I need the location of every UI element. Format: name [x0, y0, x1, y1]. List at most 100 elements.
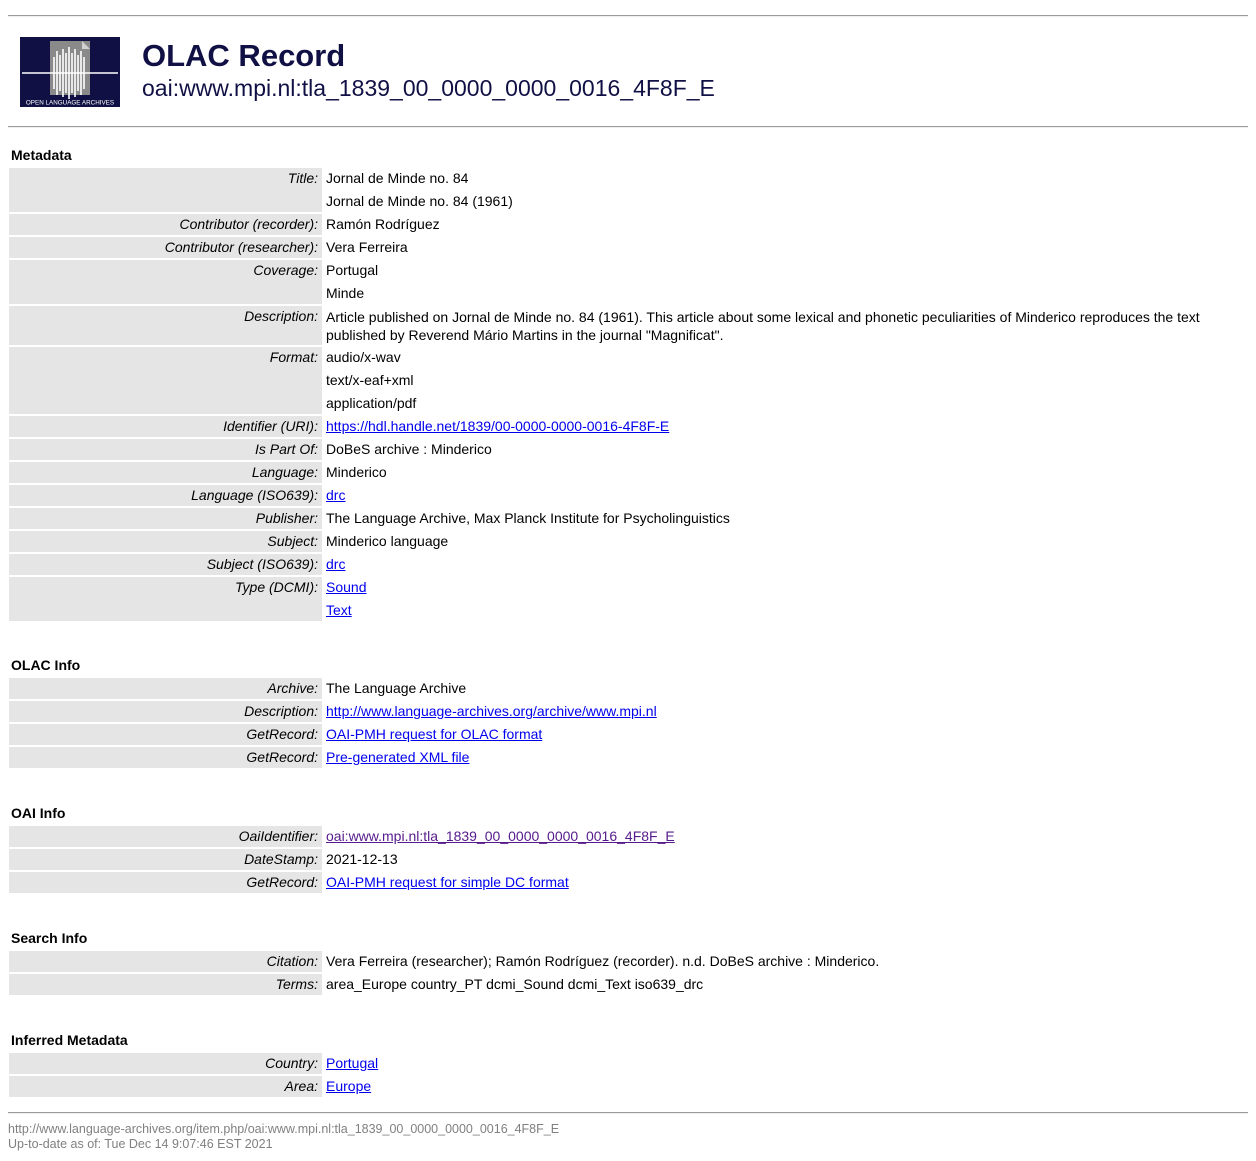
row-value: Minderico language — [326, 533, 449, 549]
table-row: Coverage: Portugal Minde — [9, 260, 1248, 304]
type-text-link[interactable]: Text — [326, 602, 352, 618]
table-row: OaiIdentifier: oai:www.mpi.nl:tla_1839_0… — [9, 826, 1248, 847]
section-heading-inferred: Inferred Metadata — [11, 1032, 128, 1048]
row-label: Contributor (researcher): — [164, 239, 318, 255]
row-value: Article published on Jornal de Minde no.… — [326, 309, 1200, 343]
row-label: Archive: — [267, 680, 318, 696]
getrecord-dc-link[interactable]: OAI-PMH request for simple DC format — [326, 874, 569, 890]
getrecord-olac-link[interactable]: OAI-PMH request for OLAC format — [326, 726, 542, 742]
row-label: Country: — [265, 1055, 318, 1071]
section-heading-search-info: Search Info — [11, 930, 88, 946]
identifier-uri-link[interactable]: https://hdl.handle.net/1839/00-0000-0000… — [326, 418, 669, 434]
record-identifier: oai:www.mpi.nl:tla_1839_00_0000_0000_001… — [142, 75, 715, 101]
oai-identifier-link[interactable]: oai:www.mpi.nl:tla_1839_00_0000_0000_001… — [326, 828, 675, 844]
page-title: OLAC Record — [142, 38, 346, 73]
table-row: Terms: area_Europe country_PT dcmi_Sound… — [9, 974, 1248, 995]
table-row: Archive: The Language Archive — [9, 678, 1248, 699]
row-value: Minde — [326, 285, 365, 301]
row-value: Vera Ferreira — [326, 239, 408, 255]
row-label: Format: — [269, 349, 318, 365]
row-value: The Language Archive, Max Planck Institu… — [326, 510, 730, 526]
row-value: DoBeS archive : Minderico — [326, 441, 492, 457]
table-row: DateStamp: 2021-12-13 — [9, 849, 1248, 870]
footer-url: http://www.language-archives.org/item.ph… — [8, 1122, 560, 1136]
table-row: Publisher: The Language Archive, Max Pla… — [9, 508, 1248, 529]
table-row: Area: Europe — [9, 1076, 1248, 1097]
row-value: Vera Ferreira (researcher); Ramón Rodríg… — [326, 953, 880, 969]
row-value: Minderico — [326, 464, 387, 480]
subject-iso-link[interactable]: drc — [326, 556, 345, 572]
table-row: Description: http://www.language-archive… — [9, 701, 1248, 722]
section-heading-metadata: Metadata — [11, 147, 72, 163]
row-label: Description: — [244, 703, 318, 719]
metadata-section: Metadata Title: Jornal de Minde no. 84 J… — [9, 144, 1249, 623]
footer-updated: Up-to-date as of: Tue Dec 14 9:07:46 EST… — [8, 1137, 273, 1151]
section-heading-oai-info: OAI Info — [11, 805, 66, 821]
metadata-table: Title: Jornal de Minde no. 84 Jornal de … — [9, 166, 1248, 623]
table-row: Contributor (researcher): Vera Ferreira — [9, 237, 1248, 258]
row-label: Coverage: — [253, 262, 318, 278]
row-label: Subject: — [267, 533, 318, 549]
oai-info-section: OAI Info OaiIdentifier: oai:www.mpi.nl:t… — [9, 802, 1249, 895]
area-link[interactable]: Europe — [326, 1078, 371, 1094]
table-row: Title: Jornal de Minde no. 84 Jornal de … — [9, 168, 1248, 212]
header-divider — [8, 126, 1248, 128]
search-info-section: Search Info Citation: Vera Ferreira (res… — [9, 927, 1249, 997]
inferred-table: Country: Portugal Area: Europe — [9, 1051, 1248, 1099]
row-label: Identifier (URI): — [223, 418, 318, 434]
row-value: text/x-eaf+xml — [326, 372, 414, 388]
row-label: OaiIdentifier: — [238, 828, 318, 844]
table-row: Is Part Of: DoBeS archive : Minderico — [9, 439, 1248, 460]
table-row: Language: Minderico — [9, 462, 1248, 483]
row-value: 2021-12-13 — [326, 851, 398, 867]
footer: http://www.language-archives.org/item.ph… — [8, 1122, 559, 1152]
row-value: application/pdf — [326, 395, 417, 411]
row-label: GetRecord: — [246, 749, 318, 765]
row-label: Language: — [251, 464, 318, 480]
table-row: Identifier (URI): https://hdl.handle.net… — [9, 416, 1248, 437]
row-label: GetRecord: — [246, 726, 318, 742]
country-link[interactable]: Portugal — [326, 1055, 378, 1071]
inferred-metadata-section: Inferred Metadata Country: Portugal Area… — [9, 1029, 1249, 1099]
footer-divider — [8, 1112, 1248, 1114]
table-row: Country: Portugal — [9, 1053, 1248, 1074]
row-label: Is Part Of: — [254, 441, 318, 457]
table-row: Description: Article published on Jornal… — [9, 306, 1248, 345]
table-row: Contributor (recorder): Ramón Rodríguez — [9, 214, 1248, 235]
row-value: Jornal de Minde no. 84 (1961) — [326, 193, 513, 209]
type-sound-link[interactable]: Sound — [326, 579, 366, 595]
language-iso-link[interactable]: drc — [326, 487, 345, 503]
row-label: Terms: — [275, 976, 318, 992]
top-divider — [8, 15, 1248, 17]
olac-info-section: OLAC Info Archive: The Language Archive … — [9, 654, 1249, 770]
table-row: Citation: Vera Ferreira (researcher); Ra… — [9, 951, 1248, 972]
row-label: Type (DCMI): — [235, 579, 318, 595]
olac-logo: OPEN LANGUAGE ARCHIVES — [20, 37, 120, 107]
row-value: Jornal de Minde no. 84 — [326, 170, 469, 186]
row-label: Contributor (recorder): — [179, 216, 319, 232]
table-row: Format: audio/x-wav text/x-eaf+xml appli… — [9, 347, 1248, 414]
oai-info-table: OaiIdentifier: oai:www.mpi.nl:tla_1839_0… — [9, 824, 1248, 895]
row-value: audio/x-wav — [326, 349, 401, 365]
olac-info-table: Archive: The Language Archive Descriptio… — [9, 676, 1248, 770]
row-label: Description: — [244, 308, 318, 324]
row-value: Ramón Rodríguez — [326, 216, 440, 232]
table-row: Language (ISO639): drc — [9, 485, 1248, 506]
row-label: Publisher: — [255, 510, 318, 526]
table-row: Subject (ISO639): drc — [9, 554, 1248, 575]
row-label: Citation: — [266, 953, 318, 969]
row-label: Subject (ISO639): — [206, 556, 318, 572]
getrecord-xml-link[interactable]: Pre-generated XML file — [326, 749, 469, 765]
archive-description-link[interactable]: http://www.language-archives.org/archive… — [326, 703, 657, 719]
table-row: GetRecord: OAI-PMH request for simple DC… — [9, 872, 1248, 893]
table-row: GetRecord: Pre-generated XML file — [9, 747, 1248, 768]
row-label: Language (ISO639): — [191, 487, 318, 503]
row-label: Area: — [284, 1078, 318, 1094]
row-label: DateStamp: — [244, 851, 318, 867]
row-label: GetRecord: — [246, 874, 318, 890]
section-heading-olac-info: OLAC Info — [11, 657, 81, 673]
svg-text:OPEN LANGUAGE ARCHIVES: OPEN LANGUAGE ARCHIVES — [26, 100, 114, 107]
table-row: Type (DCMI): Sound Text — [9, 577, 1248, 621]
row-value: Portugal — [326, 262, 379, 278]
table-row: Subject: Minderico language — [9, 531, 1248, 552]
